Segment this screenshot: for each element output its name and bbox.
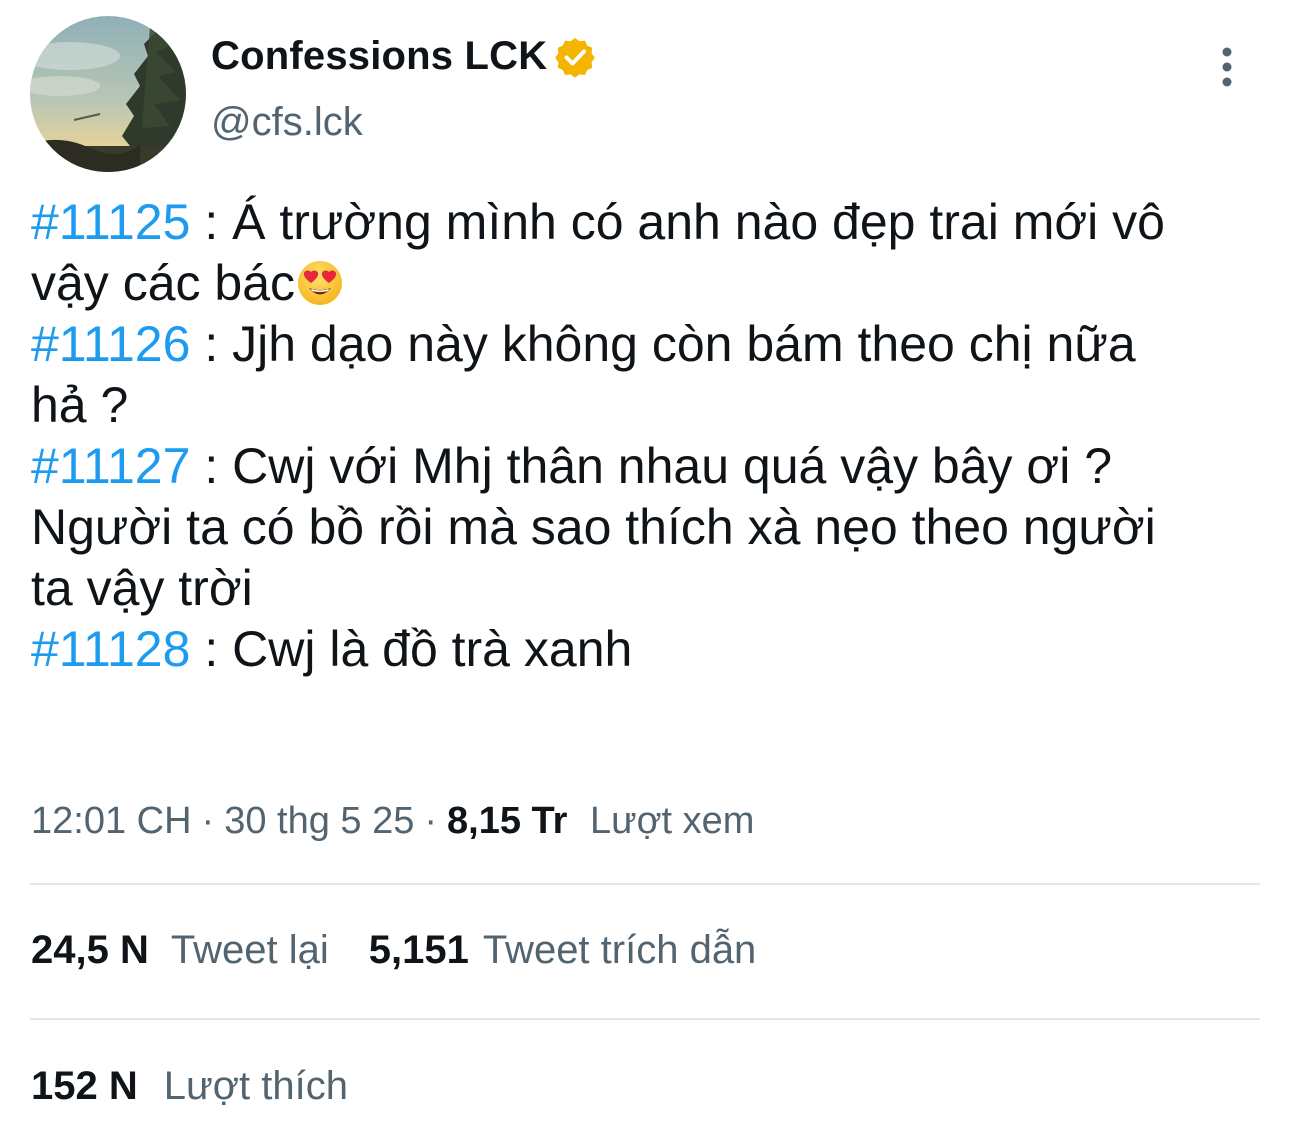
likes-count: 152 N: [31, 1064, 138, 1108]
retweets-count: 24,5 N: [31, 928, 149, 972]
retweets-label: Tweet lại: [170, 928, 329, 972]
tweet-text: #11125 : Á trường mình có anh nào đẹp tr…: [31, 192, 1261, 680]
divider: [30, 883, 1260, 885]
tweet-line: #11128 : Cwj là đồ trà xanh: [31, 619, 1261, 680]
likes-label: Lượt thích: [163, 1064, 348, 1108]
hashtag-link[interactable]: #11125: [31, 194, 190, 250]
views-label: Lượt xem: [590, 800, 755, 842]
meta-separator: ·: [424, 800, 438, 842]
tweet-line-text: Người ta có bồ rồi mà sao thích xà nẹo t…: [31, 499, 1156, 555]
hashtag-link[interactable]: #11128: [31, 621, 190, 677]
engagement-stats-row: 24,5 N Tweet lại 5,151 Tweet trích dẫn: [31, 928, 756, 973]
tweet-line: hả ?: [31, 375, 1261, 436]
tweet-line: #11127 : Cwj với Mhj thân nhau quá vậy b…: [31, 436, 1261, 497]
likes-stats-row: 152 N Lượt thích: [31, 1064, 348, 1109]
quotes-count: 5,151: [368, 928, 469, 972]
tweet-line: ta vậy trời: [31, 558, 1261, 619]
author-name-row[interactable]: Confessions LCK: [211, 34, 597, 79]
tweet-line-text: ta vậy trời: [31, 560, 253, 616]
more-vertical-icon: [1222, 47, 1232, 87]
tweet-line: Người ta có bồ rồi mà sao thích xà nẹo t…: [31, 497, 1261, 558]
hashtag-link[interactable]: #11127: [31, 438, 190, 494]
likes-stat[interactable]: 152 N Lượt thích: [31, 1064, 348, 1109]
tweet-date[interactable]: 30 thg 5 25: [224, 800, 414, 842]
divider: [30, 1018, 1260, 1020]
tweet-meta: 12:01 CH · 30 thg 5 25 · 8,15 Tr Lượt xem: [31, 800, 754, 843]
tweet-line: vậy các bác: [31, 253, 1261, 314]
quotes-label: Tweet trích dẫn: [482, 928, 757, 972]
verified-badge-icon: [553, 35, 597, 79]
quotes-stat[interactable]: 5,151 Tweet trích dẫn: [369, 928, 757, 973]
tweet-line: #11126 : Jjh dạo này không còn bám theo …: [31, 314, 1261, 375]
avatar[interactable]: [30, 16, 186, 172]
views-count: 8,15 Tr: [447, 800, 568, 842]
more-options-button[interactable]: [1204, 44, 1250, 90]
author-display-name[interactable]: Confessions LCK: [211, 34, 547, 79]
tweet-line-text: : Jjh dạo này không còn bám theo chị nữa: [190, 316, 1136, 372]
tweet-line-text: hả ?: [31, 377, 129, 433]
retweets-stat[interactable]: 24,5 N Tweet lại: [31, 928, 329, 973]
author-handle[interactable]: @cfs.lck: [211, 100, 363, 145]
tweet-time[interactable]: 12:01 CH: [31, 800, 192, 842]
heart-eyes-emoji: [296, 259, 344, 307]
tweet-line-text: : Á trường mình có anh nào đẹp trai mới …: [190, 194, 1165, 250]
tweet-line-text: : Cwj với Mhj thân nhau quá vậy bây ơi ?: [190, 438, 1113, 494]
meta-separator: ·: [201, 800, 215, 842]
tweet-line-text: vậy các bác: [31, 255, 296, 311]
tweet-line: #11125 : Á trường mình có anh nào đẹp tr…: [31, 192, 1261, 253]
hashtag-link[interactable]: #11126: [31, 316, 190, 372]
tweet-line-text: : Cwj là đồ trà xanh: [190, 621, 633, 677]
